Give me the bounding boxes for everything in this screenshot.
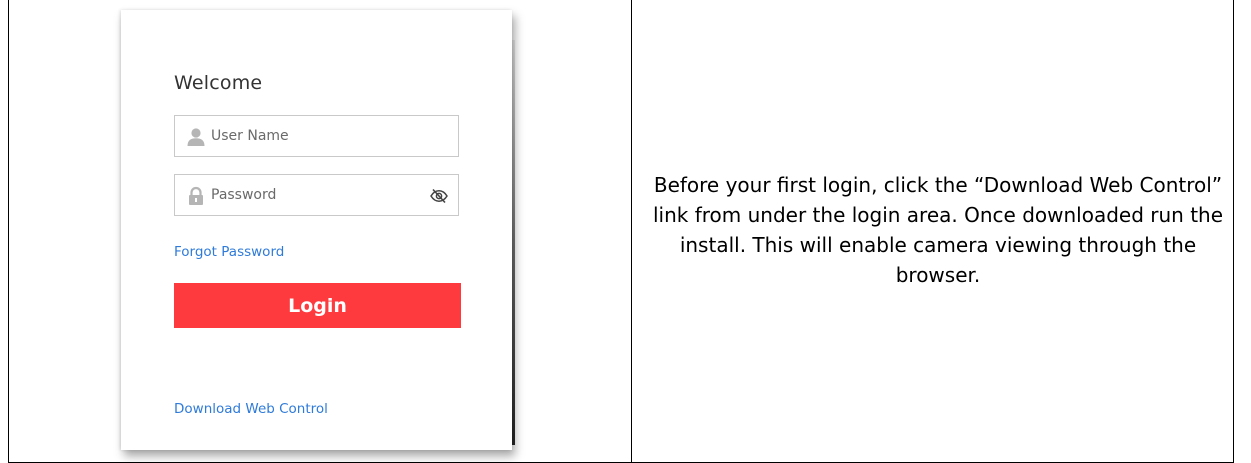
lock-icon [186,186,206,206]
password-placeholder: Password [211,187,277,203]
user-icon [186,127,206,147]
username-placeholder: User Name [211,128,289,144]
forgot-password-link[interactable]: Forgot Password [174,244,284,260]
eye-hidden-icon[interactable] [429,186,449,206]
welcome-title: Welcome [174,72,263,94]
password-input[interactable]: Password [174,174,459,216]
login-card: Welcome User Name Password Forgot Passwo… [121,10,512,450]
instructions-text: Before your first login, click the “Down… [652,173,1224,287]
username-input[interactable]: User Name [174,115,459,157]
card-shadow [512,40,515,445]
download-web-control-link[interactable]: Download Web Control [174,401,328,417]
table-cell-divider [631,0,632,463]
login-button[interactable]: Login [174,283,461,328]
